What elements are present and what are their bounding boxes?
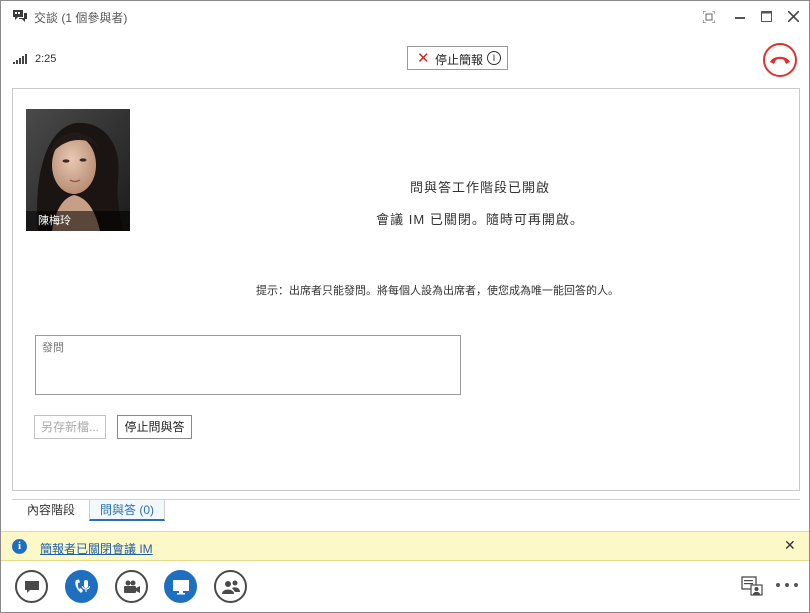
call-toolbar: 2:25 ✕ 停止簡報 I bbox=[1, 33, 809, 85]
close-button[interactable] bbox=[782, 7, 804, 27]
bottom-toolbar bbox=[1, 562, 809, 612]
conversation-context-button[interactable] bbox=[741, 576, 763, 596]
hang-up-icon bbox=[770, 56, 790, 64]
more-options-button[interactable] bbox=[775, 576, 801, 596]
maximize-icon bbox=[760, 11, 772, 22]
dismiss-notification-button[interactable]: ✕ bbox=[784, 537, 796, 554]
notification-bar: i 簡報者已關閉會議 IM ✕ bbox=[1, 531, 809, 561]
tab-qa[interactable]: 問與答 (0) bbox=[89, 500, 165, 521]
chat-app-icon bbox=[13, 10, 27, 22]
monitor-icon bbox=[172, 579, 189, 594]
minimize-icon bbox=[735, 17, 745, 19]
maximize-button[interactable] bbox=[755, 7, 777, 27]
conversation-window: 交談 (1 個參與者) 2:25 ✕ 停止簡報 I 陳梅玲 問與答工作階段已開啟… bbox=[0, 0, 810, 613]
title-bar: 交談 (1 個參與者) bbox=[1, 1, 809, 33]
minimize-button[interactable] bbox=[729, 7, 751, 27]
presenting-info-icon: I bbox=[487, 51, 501, 65]
ellipsis-icon bbox=[776, 583, 798, 587]
full-screen-button[interactable] bbox=[698, 7, 720, 27]
phone-mic-icon bbox=[74, 579, 90, 593]
stop-presenting-button[interactable]: ✕ 停止簡報 I bbox=[407, 46, 508, 70]
people-icon bbox=[221, 580, 240, 594]
close-icon bbox=[786, 10, 800, 23]
participants-button[interactable] bbox=[214, 570, 247, 603]
im-closed-message: 會議 IM 已關閉。隨時可再開啟。 bbox=[376, 212, 584, 227]
video-camera-icon bbox=[123, 580, 140, 593]
audio-button[interactable] bbox=[65, 570, 98, 603]
video-button[interactable] bbox=[115, 570, 148, 603]
attendee-hint: 提示：出席者只能發問。將每個人設為出席者，使您成為唯一能回答的人。 bbox=[256, 285, 619, 297]
window-title: 交談 (1 個參與者) bbox=[34, 11, 128, 25]
signal-strength-icon bbox=[13, 54, 28, 64]
call-duration: 2:25 bbox=[35, 53, 57, 65]
save-as-button[interactable]: 另存新檔... bbox=[34, 415, 106, 439]
chat-bubble-icon bbox=[24, 580, 39, 593]
im-button[interactable] bbox=[15, 570, 48, 603]
tab-content-stage[interactable]: 內容階段 bbox=[24, 500, 78, 521]
info-icon: i bbox=[12, 539, 27, 554]
contact-card-icon bbox=[741, 576, 763, 596]
stop-qa-button[interactable]: 停止問與答 bbox=[117, 415, 192, 439]
stop-presenting-label: 停止簡報 bbox=[435, 53, 484, 67]
qa-stage: 陳梅玲 問與答工作階段已開啟 會議 IM 已關閉。隨時可再開啟。 提示：出席者只… bbox=[12, 88, 800, 491]
im-closed-link[interactable]: 簡報者已關閉會議 IM bbox=[40, 540, 153, 557]
hang-up-button[interactable] bbox=[763, 43, 797, 77]
full-screen-icon bbox=[702, 10, 716, 24]
ask-question-input[interactable] bbox=[35, 335, 461, 395]
stop-x-icon: ✕ bbox=[417, 50, 430, 67]
qa-opened-message: 問與答工作階段已開啟 bbox=[409, 180, 550, 195]
present-button[interactable] bbox=[164, 570, 197, 603]
stage-tabs: 內容階段 問與答 (0) bbox=[12, 499, 800, 521]
